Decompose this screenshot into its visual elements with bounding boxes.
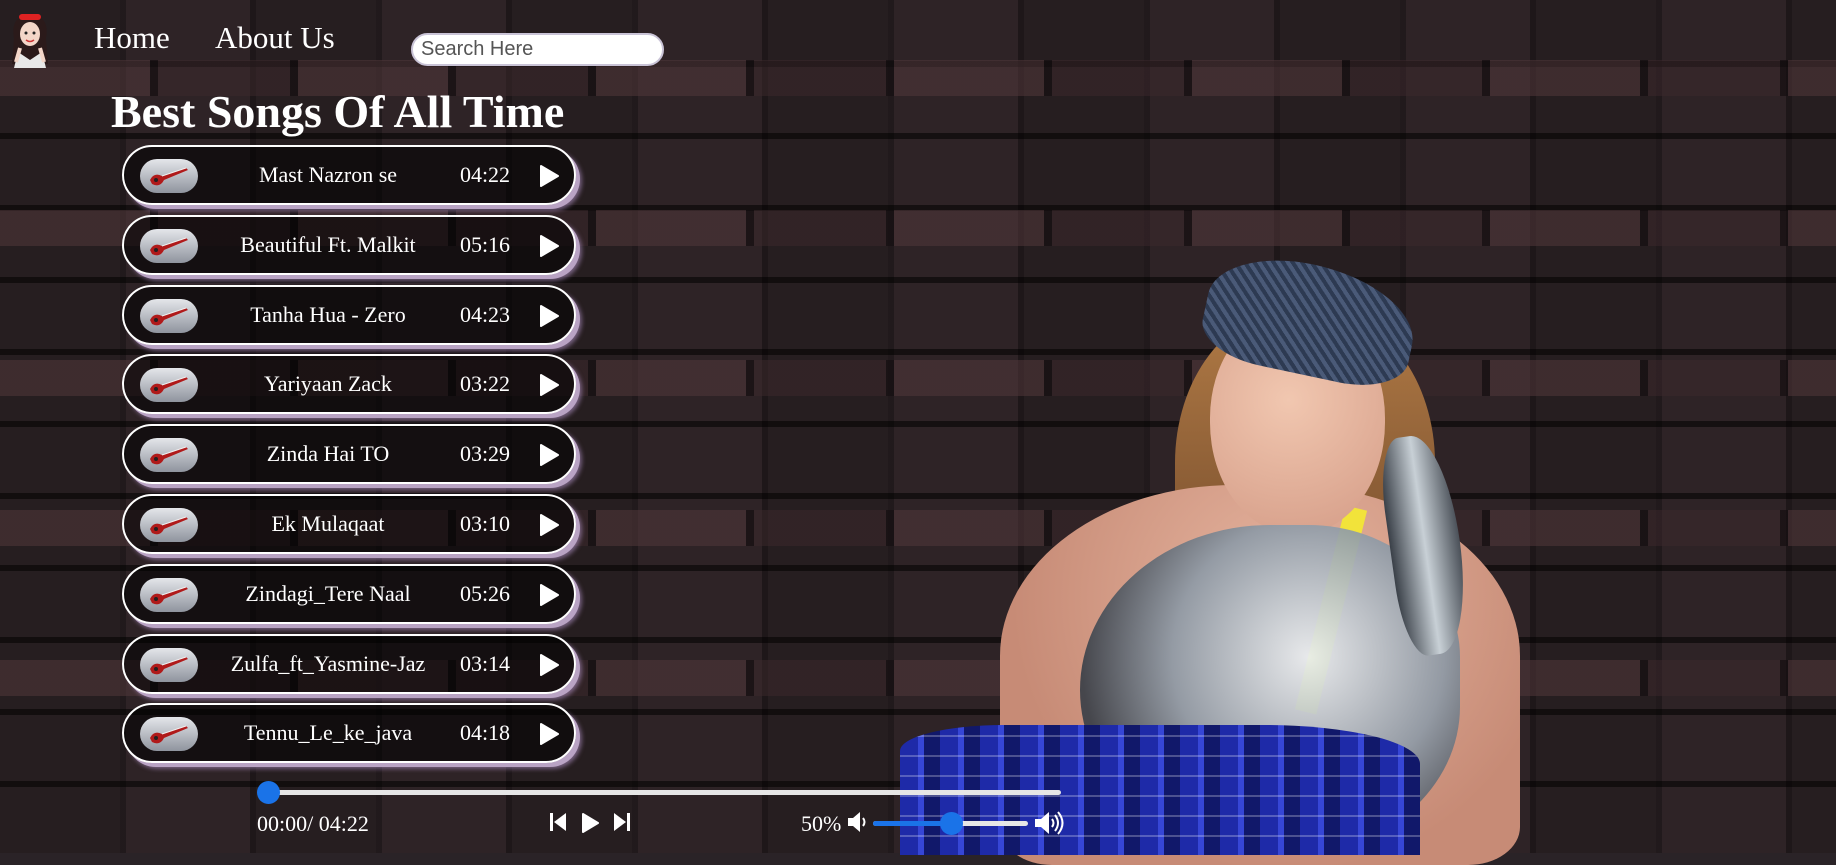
- song-title: Tennu_Le_ke_java: [243, 720, 413, 746]
- play-icon[interactable]: [538, 165, 560, 187]
- song-item[interactable]: Beautiful Ft. Malkit 05:16: [122, 214, 576, 275]
- musician-figure: [900, 244, 1560, 865]
- play-icon[interactable]: [538, 444, 560, 467]
- song-duration: 04:22: [459, 162, 511, 187]
- play-icon[interactable]: [538, 304, 560, 327]
- girl-avatar-icon[interactable]: [6, 8, 54, 68]
- song-title: Beautiful Ft. Malkit: [240, 231, 416, 257]
- song-title: Mast Nazron se: [258, 162, 398, 187]
- play-icon[interactable]: [538, 513, 560, 536]
- song-duration: 05:26: [459, 580, 511, 606]
- play-icon[interactable]: [538, 234, 560, 257]
- song-title: Ek Mulaqaat: [271, 510, 385, 536]
- song-item[interactable]: Yariyaan Zack 03:22: [122, 354, 576, 415]
- guitar-icon: [140, 507, 198, 542]
- song-item[interactable]: Zindagi_Tere Naal 05:26: [122, 563, 576, 624]
- song-item[interactable]: Tennu_Le_ke_java 04:18: [122, 703, 576, 764]
- nav-home-link[interactable]: Home: [94, 20, 170, 56]
- song-title: Yariyaan Zack: [264, 371, 392, 397]
- song-title: Zulfa_ft_Yasmine-Jaz: [230, 650, 426, 676]
- song-item[interactable]: Ek Mulaqaat 03:10: [122, 493, 576, 554]
- guitar-icon: [140, 717, 198, 752]
- song-list: Mast Nazron se 04:22 Beautiful Ft. Malki…: [122, 145, 580, 773]
- song-item[interactable]: Tanha Hua - Zero 04:23: [122, 284, 576, 345]
- volume-handle[interactable]: [939, 812, 963, 835]
- song-duration: 04:23: [459, 301, 511, 327]
- seek-handle[interactable]: [257, 781, 280, 804]
- volume-up-icon[interactable]: [1034, 811, 1066, 835]
- song-item[interactable]: Zinda Hai TO 03:29: [122, 424, 576, 485]
- song-title: Tanha Hua - Zero: [250, 301, 406, 327]
- play-icon[interactable]: [538, 583, 560, 606]
- song-duration: 03:22: [459, 371, 511, 397]
- guitar-icon: [140, 368, 198, 403]
- play-icon[interactable]: [538, 653, 560, 676]
- guitar-icon: [140, 159, 198, 193]
- guitar-icon: [140, 438, 198, 473]
- song-duration: 03:14: [459, 650, 511, 676]
- guitar-icon: [140, 647, 198, 682]
- play-icon[interactable]: [581, 813, 599, 833]
- play-icon[interactable]: [538, 723, 560, 746]
- search-input[interactable]: [411, 33, 664, 66]
- volume-slider-fill: [873, 821, 951, 826]
- previous-icon[interactable]: [550, 813, 566, 831]
- song-duration: 04:18: [459, 720, 511, 746]
- next-icon[interactable]: [614, 813, 630, 831]
- song-item[interactable]: Mast Nazron se 04:22: [122, 145, 576, 205]
- guitar-icon: [140, 577, 198, 612]
- volume-label: 50%: [801, 811, 842, 836]
- guitar-icon: [140, 298, 198, 333]
- song-duration: 03:10: [459, 510, 511, 536]
- guitar-icon: [140, 228, 198, 263]
- time-readout: 00:00/ 04:22: [257, 811, 369, 836]
- volume-down-icon[interactable]: [847, 811, 871, 833]
- nav-about-link[interactable]: About Us: [215, 20, 335, 56]
- page-title: Best Songs Of All Time: [111, 86, 565, 137]
- volume-slider[interactable]: [873, 812, 1028, 835]
- play-icon[interactable]: [538, 374, 560, 397]
- song-duration: 03:29: [459, 441, 511, 467]
- seek-bar[interactable]: [257, 781, 1061, 804]
- song-title: Zinda Hai TO: [266, 441, 390, 467]
- song-item[interactable]: Zulfa_ft_Yasmine-Jaz 03:14: [122, 633, 576, 694]
- song-title: Zindagi_Tere Naal: [245, 580, 411, 606]
- song-duration: 05:16: [459, 231, 511, 257]
